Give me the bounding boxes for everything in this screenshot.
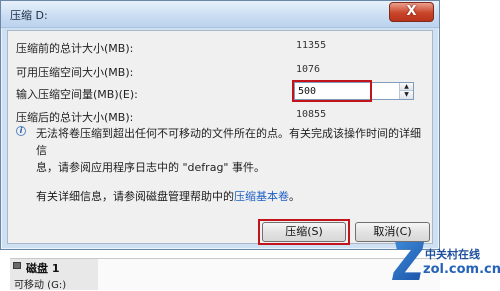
total-after-label: 压缩后的总计大小(MB): — [16, 111, 134, 124]
info-text: 无法将卷压缩到超出任何不可移动的文件所在的点。有关完成该操作时间的详细信 息，请… — [36, 125, 424, 176]
title-bar[interactable] — [1, 1, 439, 28]
shrink-amount-input[interactable] — [296, 83, 398, 99]
shrink-amount-field[interactable]: ▲ ▼ — [294, 82, 414, 100]
help-text: 有关详细信息，请参阅磁盘管理帮助中的压缩基本卷。 — [36, 188, 300, 204]
info-line-2: 息，请参阅应用程序日志中的 "defrag" 事件。 — [36, 161, 265, 174]
cancel-button[interactable]: 取消(C) — [355, 222, 430, 242]
watermark-top: 中关村在线 — [425, 248, 480, 261]
disk-name: 磁盘 1 — [26, 262, 60, 275]
spin-down-icon[interactable]: ▼ — [400, 91, 413, 99]
help-suffix: 。 — [289, 190, 300, 203]
close-icon: X — [406, 4, 417, 19]
shrink-amount-spinner[interactable]: ▲ ▼ — [399, 83, 413, 99]
total-after-value: 10855 — [296, 109, 327, 120]
compress-button[interactable]: 压缩(S) — [262, 222, 346, 242]
shrink-amount-label: 输入压缩空间量(MB)(E): — [16, 88, 138, 101]
total-before-value: 11355 — [296, 40, 327, 51]
help-prefix: 有关详细信息，请参阅磁盘管理帮助中的 — [36, 190, 234, 203]
watermark-bottom: zol.com.cn — [423, 262, 500, 277]
close-button[interactable]: X — [389, 2, 434, 22]
spin-up-icon[interactable]: ▲ — [400, 83, 413, 91]
total-before-label: 压缩前的总计大小(MB): — [16, 42, 134, 55]
disk-icon — [13, 262, 21, 269]
available-space-value: 1076 — [296, 64, 321, 75]
disk-volume-area[interactable] — [98, 258, 440, 290]
info-line-1: 无法将卷压缩到超出任何不可移动的文件所在的点。有关完成该操作时间的详细信 — [36, 127, 421, 157]
available-space-label: 可用压缩空间大小(MB): — [16, 66, 134, 79]
window-title: 压缩 D: — [10, 9, 48, 22]
help-link[interactable]: 压缩基本卷 — [234, 190, 289, 203]
info-icon: i — [16, 126, 26, 136]
